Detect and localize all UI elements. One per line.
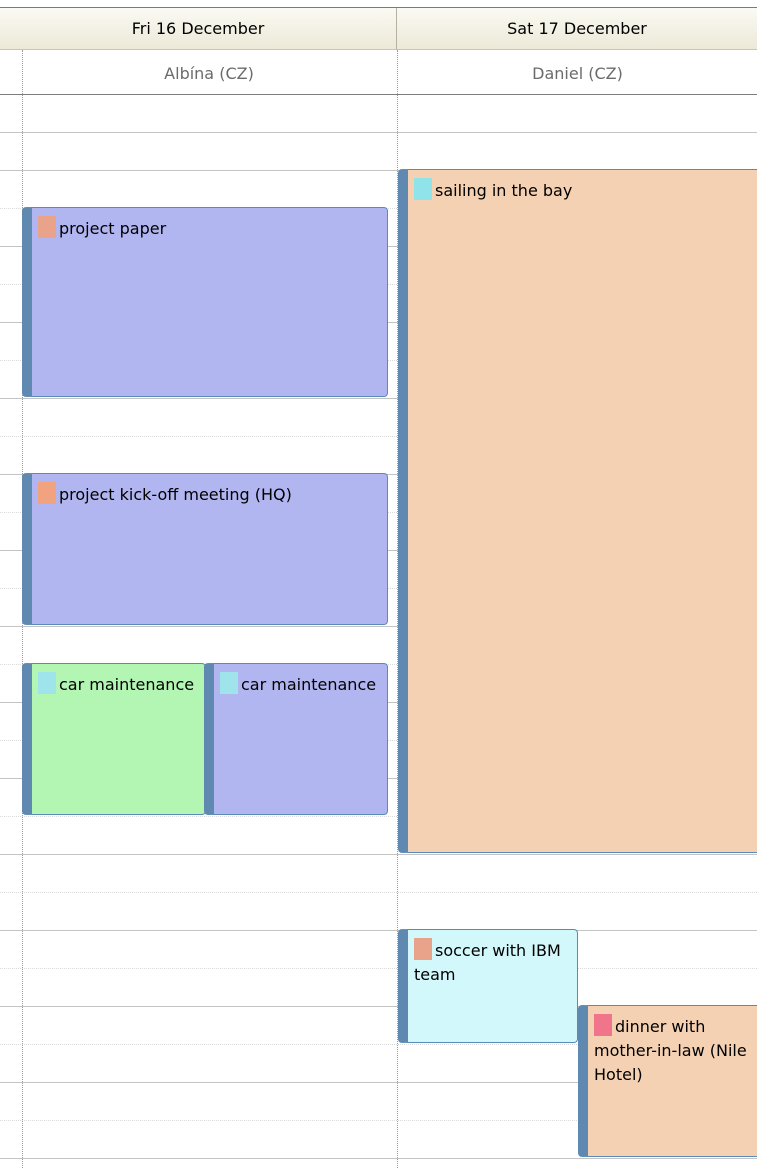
category-tag — [220, 672, 238, 694]
event-car-maintenance-2[interactable]: car maintenance — [204, 663, 388, 815]
category-tag — [38, 672, 56, 694]
event-project-kickoff[interactable]: project kick-off meeting (HQ) — [22, 473, 388, 625]
category-tag — [38, 482, 56, 504]
day-header-sat[interactable]: Sat 17 December — [397, 8, 757, 50]
event-title: soccer with IBM team — [414, 941, 561, 984]
event-project-paper[interactable]: project paper — [22, 207, 388, 397]
event-title: sailing in the bay — [435, 181, 573, 200]
resource-label-daniel: Daniel (CZ) — [532, 64, 623, 83]
event-title: car maintenance — [241, 675, 377, 694]
event-title: project kick-off meeting (HQ) — [59, 485, 292, 504]
event-title: dinner with mother-in-law (Nile Hotel) — [594, 1017, 747, 1084]
window-top-edge — [0, 0, 757, 8]
day-headers: Fri 16 December Sat 17 December — [0, 8, 757, 50]
event-title: car maintenance — [59, 675, 195, 694]
category-tag — [414, 178, 432, 200]
event-soccer[interactable]: soccer with IBM team — [398, 929, 578, 1043]
resource-label-albina: Albína (CZ) — [164, 64, 254, 83]
category-tag — [414, 938, 432, 960]
event-car-maintenance-1[interactable]: car maintenance — [22, 663, 206, 815]
event-sailing[interactable]: sailing in the bay — [398, 169, 757, 853]
category-tag — [594, 1014, 612, 1036]
event-title: project paper — [59, 219, 167, 238]
resource-row: Albína (CZ) Daniel (CZ) — [0, 50, 757, 95]
category-tag — [38, 216, 56, 238]
event-dinner[interactable]: dinner with mother-in-law (Nile Hotel) — [578, 1005, 757, 1157]
day-header-fri[interactable]: Fri 16 December — [0, 8, 397, 50]
